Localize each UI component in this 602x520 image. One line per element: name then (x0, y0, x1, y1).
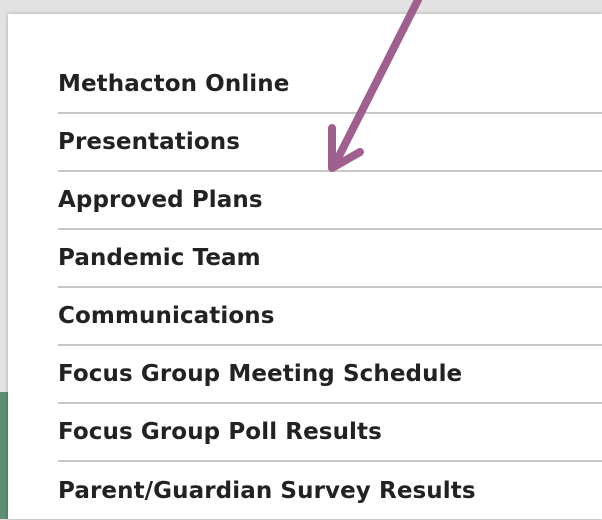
menu-item-label: Pandemic Team (58, 244, 261, 271)
menu-item-label: Focus Group Poll Results (58, 418, 382, 445)
menu-item-pandemic-team[interactable]: Pandemic Team (58, 230, 602, 288)
menu-item-label: Presentations (58, 128, 241, 155)
menu-list: Methacton Online Presentations Approved … (58, 56, 602, 520)
menu-item-communications[interactable]: Communications (58, 288, 602, 346)
menu-item-label: Parent/Guardian Survey Results (58, 477, 476, 504)
menu-item-presentations[interactable]: Presentations (58, 114, 602, 172)
menu-item-label: Communications (58, 302, 275, 329)
menu-item-focus-group-poll-results[interactable]: Focus Group Poll Results (58, 404, 602, 462)
menu-item-label: Focus Group Meeting Schedule (58, 360, 463, 387)
menu-item-approved-plans[interactable]: Approved Plans (58, 172, 602, 230)
navigation-panel: Methacton Online Presentations Approved … (8, 14, 602, 519)
menu-item-parent-guardian-survey-results[interactable]: Parent/Guardian Survey Results (58, 462, 602, 520)
menu-item-focus-group-meeting-schedule[interactable]: Focus Group Meeting Schedule (58, 346, 602, 404)
menu-item-label: Approved Plans (58, 186, 263, 213)
menu-item-methacton-online[interactable]: Methacton Online (58, 56, 602, 114)
menu-item-label: Methacton Online (58, 70, 290, 97)
